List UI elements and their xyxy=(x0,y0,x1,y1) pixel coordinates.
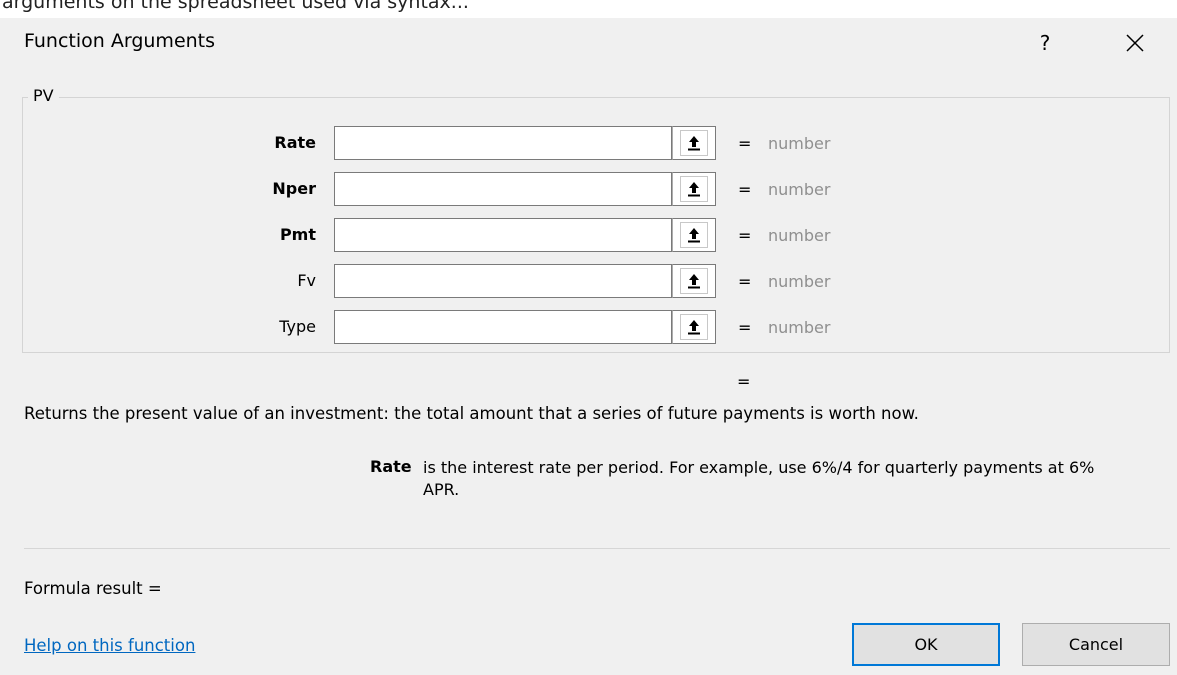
pmt-value-preview: number xyxy=(768,226,831,245)
argument-help-name: Rate xyxy=(370,457,412,476)
rate-collapse-button[interactable] xyxy=(672,126,716,160)
argument-label-pmt: Pmt xyxy=(279,225,316,244)
formula-result-label: Formula result = xyxy=(24,579,162,598)
close-button[interactable] xyxy=(1118,26,1152,60)
argument-label-fv: Fv xyxy=(297,271,316,290)
collapse-dialog-icon xyxy=(688,274,700,289)
rate-input[interactable] xyxy=(334,126,672,160)
nper-collapse-button[interactable] xyxy=(672,172,716,206)
collapse-dialog-icon xyxy=(688,182,700,197)
type-value-preview: number xyxy=(768,318,831,337)
pmt-input[interactable] xyxy=(334,218,672,252)
argument-label-rate: Rate xyxy=(274,133,316,152)
equals-sign: = xyxy=(738,226,752,245)
function-description: Returns the present value of an investme… xyxy=(24,404,919,423)
divider xyxy=(24,548,1170,549)
equals-sign: = xyxy=(738,180,752,199)
collapse-dialog-icon xyxy=(688,136,700,151)
help-on-function-link[interactable]: Help on this function xyxy=(24,636,195,655)
function-name-label: PV xyxy=(28,86,59,105)
background-spreadsheet-strip: arguments on the spreadsheet used via sy… xyxy=(0,0,1177,18)
argument-label-type: Type xyxy=(279,317,316,336)
close-icon xyxy=(1126,34,1144,52)
help-button[interactable]: ? xyxy=(1028,26,1062,60)
collapse-dialog-icon xyxy=(688,228,700,243)
fv-value-preview: number xyxy=(768,272,831,291)
background-caption: arguments on the spreadsheet used via sy… xyxy=(2,0,469,13)
dialog-titlebar: Function Arguments ? xyxy=(0,18,1177,68)
type-collapse-button[interactable] xyxy=(672,310,716,344)
collapse-dialog-icon xyxy=(688,320,700,335)
argument-label-nper: Nper xyxy=(272,179,316,198)
rate-value-preview: number xyxy=(768,134,831,153)
fv-input[interactable] xyxy=(334,264,672,298)
cancel-button[interactable]: Cancel xyxy=(1022,623,1170,666)
nper-value-preview: number xyxy=(768,180,831,199)
type-input[interactable] xyxy=(334,310,672,344)
ok-button[interactable]: OK xyxy=(852,623,1000,666)
dialog-title: Function Arguments xyxy=(24,30,216,52)
nper-input[interactable] xyxy=(334,172,672,206)
equals-sign: = xyxy=(738,272,752,291)
equals-sign: = xyxy=(738,318,752,337)
fv-collapse-button[interactable] xyxy=(672,264,716,298)
help-icon: ? xyxy=(1039,31,1051,55)
pmt-collapse-button[interactable] xyxy=(672,218,716,252)
equals-sign: = xyxy=(738,134,752,153)
argument-help-text: is the interest rate per period. For exa… xyxy=(423,458,1095,499)
function-result-equals: = xyxy=(737,372,751,391)
